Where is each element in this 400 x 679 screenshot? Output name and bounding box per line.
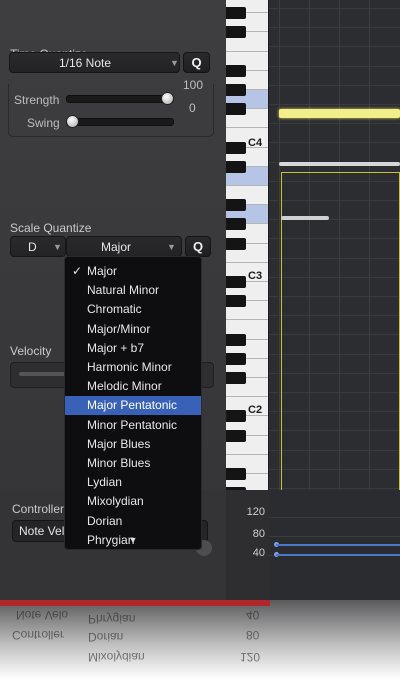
velocity-slider-track — [19, 372, 69, 376]
black-key[interactable] — [226, 429, 246, 442]
scale-menu-item-label: Harmonic Minor — [87, 360, 172, 374]
black-key[interactable] — [226, 237, 246, 250]
scale-menu-item-label: Major/Minor — [87, 321, 151, 336]
black-key[interactable] — [226, 141, 246, 154]
midi-note[interactable] — [279, 162, 400, 166]
scale-menu-item-label: Minor Pentatonic — [87, 417, 178, 432]
scale-quantize-title: Scale Quantize — [10, 221, 92, 235]
black-key[interactable] — [226, 352, 246, 365]
piano-keyboard[interactable]: C4 C3 C2 — [226, 0, 269, 519]
scale-menu-item[interactable]: Melodic Minor — [65, 377, 201, 396]
scale-menu-item-label: Major Blues — [87, 436, 151, 451]
black-key[interactable] — [226, 372, 246, 384]
velocity-bar[interactable] — [276, 554, 400, 556]
scale-quantize-q-button[interactable]: Q — [185, 236, 211, 257]
scale-menu-item-label: Major Pentatonic — [87, 398, 178, 413]
ruler-tick: 40 — [252, 547, 265, 559]
black-key[interactable] — [226, 7, 246, 20]
time-quantize-menu[interactable]: 1/16 Note ▼ — [9, 52, 180, 73]
scale-menu-item-label: Major — [87, 264, 118, 278]
scale-menu-item-label: Dorian — [87, 513, 123, 528]
scale-menu-item[interactable]: ✓ Major — [65, 262, 201, 281]
reflection: Note Velo Controller Phrygian Dorian Mix… — [0, 600, 400, 679]
time-quantize-q-button[interactable]: Q — [183, 52, 210, 73]
key-label-c2: C2 — [248, 404, 263, 416]
grid-row-line — [269, 65, 400, 67]
grid-row-line — [269, 142, 400, 144]
reflection-text: 120 — [240, 650, 261, 664]
reflection-text: Dorian — [88, 630, 124, 644]
reflection-text: 40 — [246, 608, 260, 622]
reflection-text: Note Velo — [16, 608, 69, 622]
midi-region[interactable] — [281, 172, 400, 492]
black-key[interactable] — [226, 103, 246, 116]
chevron-down-icon: ▼ — [167, 242, 176, 252]
grid-row-line — [269, 8, 400, 9]
ruler-tick: 120 — [246, 506, 265, 518]
scale-root-menu[interactable]: D ▼ — [10, 236, 66, 257]
scale-menu-item[interactable]: Major Blues — [65, 435, 201, 454]
ruler-tick: 80 — [252, 528, 265, 540]
black-key[interactable] — [226, 218, 246, 231]
scale-root-value: D — [28, 240, 37, 254]
scale-menu-item[interactable]: Minor Pentatonic — [65, 416, 201, 435]
scale-menu-item-label: Minor Blues — [87, 456, 151, 470]
checkmark-icon: ✓ — [72, 264, 83, 278]
scale-menu-item[interactable]: Major/Minor — [65, 320, 201, 339]
scale-menu-item[interactable]: Natural Minor — [65, 281, 201, 300]
grid-row-line — [269, 46, 400, 48]
scale-type-menu[interactable]: Major ▼ — [66, 236, 182, 257]
scale-menu-item-label: Mixolydian — [87, 494, 144, 509]
reflection-text: Controller — [12, 628, 65, 642]
controller-ruler: 120 80 40 — [226, 490, 269, 600]
black-key[interactable] — [226, 64, 246, 77]
black-key[interactable] — [226, 410, 246, 423]
scale-menu-item[interactable]: Major + b7 — [65, 339, 201, 358]
black-key[interactable] — [226, 84, 246, 96]
scroll-down-icon[interactable]: ▼ — [65, 535, 201, 545]
scale-menu-item-label: Melodic Minor — [87, 379, 162, 394]
grid-row-line — [269, 123, 400, 125]
scale-menu-item[interactable]: Major Pentatonic — [65, 396, 201, 416]
scale-menu-item[interactable]: Harmonic Minor — [65, 358, 201, 377]
scale-menu-item[interactable]: Lydian — [65, 473, 201, 492]
grid-row-line — [269, 27, 400, 29]
grid-beat-line — [279, 0, 280, 490]
midi-note[interactable] — [281, 216, 329, 220]
black-key[interactable] — [226, 26, 246, 39]
controller-title: Controller — [12, 502, 65, 516]
scale-menu-item-label: Major + b7 — [87, 340, 145, 355]
piano-roll-editor: Time Quantize 1/16 Note ▼ Q Strength 100… — [0, 0, 400, 600]
scale-menu-item[interactable]: Minor Blues — [65, 454, 201, 473]
time-quantize-group — [8, 84, 214, 137]
chevron-down-icon: ▼ — [170, 58, 179, 68]
black-key[interactable] — [226, 276, 246, 288]
reflection-text: 80 — [246, 628, 260, 642]
black-key[interactable] — [226, 468, 246, 480]
key-label-c3: C3 — [248, 270, 263, 282]
scale-type-dropdown: ✓ Major Natural Minor Chromatic Major/Minor M… — [64, 256, 202, 550]
black-key[interactable] — [226, 160, 246, 173]
black-key[interactable] — [226, 295, 246, 308]
velocity-bar[interactable] — [276, 544, 400, 546]
grid-row-line — [269, 104, 400, 105]
scale-menu-item-label: Lydian — [87, 475, 122, 490]
scale-menu-item[interactable]: Chromatic — [65, 300, 201, 319]
chevron-down-icon: ▼ — [53, 242, 62, 252]
scale-menu-item[interactable]: Mixolydian — [65, 492, 201, 511]
reflection-text: Phrygian — [88, 612, 136, 626]
scale-menu-item-label: Natural Minor — [87, 283, 160, 298]
black-key[interactable] — [226, 199, 246, 212]
velocity-label: Velocity — [10, 344, 52, 358]
scale-menu-item[interactable]: Dorian — [65, 512, 201, 531]
key-label-c4: C4 — [248, 137, 263, 149]
scale-menu-item-label: Chromatic — [87, 302, 142, 317]
time-quantize-value: 1/16 Note — [58, 56, 112, 70]
reflection-text: Mixolydian — [88, 650, 145, 664]
grid-row-line — [269, 84, 400, 86]
midi-note[interactable] — [279, 109, 400, 118]
scale-type-value: Major — [101, 240, 132, 254]
black-key[interactable] — [226, 333, 246, 346]
